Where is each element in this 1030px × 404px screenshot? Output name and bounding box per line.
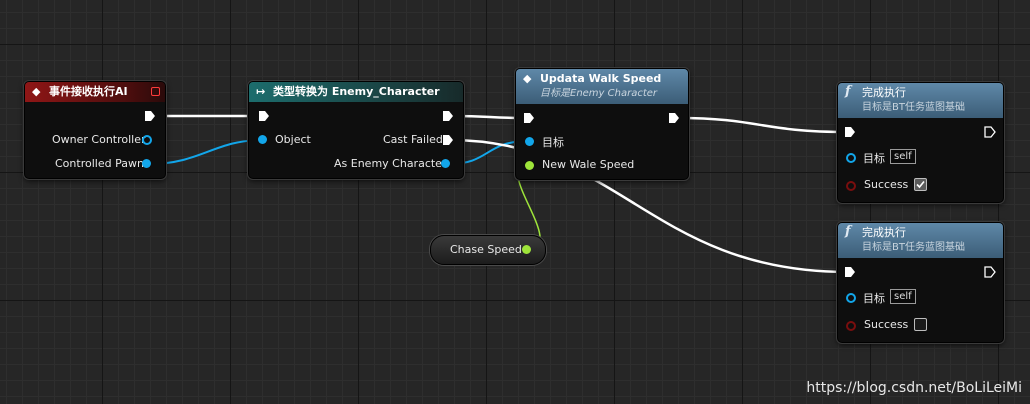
finish-2-success-label: Success (864, 318, 909, 331)
owner-controller-pin[interactable] (142, 135, 152, 145)
update-target-pin[interactable] (525, 137, 534, 146)
finish-1-success-checkbox[interactable] (914, 178, 927, 191)
finish-node-1-title: 完成执行 (862, 86, 906, 99)
cast-object-pin[interactable] (258, 135, 267, 144)
finish-2-success-pin[interactable] (846, 321, 856, 331)
owner-controller-label: Owner Controller (52, 133, 146, 146)
finish-node-1-subtitle: 目标是BT任务蓝图基础 (862, 102, 965, 113)
chase-speed-variable-node[interactable]: Chase Speed (430, 235, 546, 265)
function-f-icon: f (845, 84, 851, 99)
chase-speed-label: Chase Speed (450, 243, 522, 256)
cast-failed-label: Cast Failed (383, 133, 443, 146)
function-diamond-icon: ◆ (523, 72, 532, 85)
update-target-label: 目标 (542, 136, 564, 149)
finish-1-success-pin[interactable] (846, 181, 856, 191)
event-node-header[interactable]: ◆ 事件接收执行AI (25, 82, 165, 102)
event-delegate-icon[interactable] (151, 87, 160, 96)
cast-node-title: 类型转换为 Enemy_Character (273, 85, 440, 98)
finish-1-self-tag[interactable]: self (890, 149, 916, 164)
finish-2-target-pin[interactable] (846, 293, 856, 303)
function-f-icon: f (845, 224, 851, 239)
as-enemy-character-label: As Enemy Character (334, 157, 447, 170)
update-node-subtitle: 目标是Enemy Character (540, 88, 658, 99)
finish-1-target-pin[interactable] (846, 153, 856, 163)
controlled-pawn-label: Controlled Pawn (55, 157, 144, 170)
update-node-title: Updata Walk Speed (540, 72, 662, 85)
finish-2-success-checkbox[interactable] (914, 318, 927, 331)
update-node-header[interactable]: ◆ Updata Walk Speed 目标是Enemy Character (516, 69, 688, 104)
finish-2-self-tag[interactable]: self (890, 289, 916, 304)
cast-object-label: Object (275, 133, 311, 146)
controlled-pawn-pin[interactable] (142, 159, 151, 168)
chase-speed-out-pin[interactable] (522, 245, 531, 254)
finish-node-2-title: 完成执行 (862, 226, 906, 239)
finish-node-2-subtitle: 目标是BT任务蓝图基础 (862, 242, 965, 253)
event-diamond-icon: ◆ (32, 85, 41, 98)
watermark: https://blog.csdn.net/BoLiLeiMi (806, 380, 1022, 396)
cast-node-header[interactable]: ↦ 类型转换为 Enemy_Character (249, 82, 463, 102)
finish-node-2-header[interactable]: f 完成执行 目标是BT任务蓝图基础 (838, 223, 1003, 258)
finish-node-1-header[interactable]: f 完成执行 目标是BT任务蓝图基础 (838, 83, 1003, 118)
finish-2-target-label: 目标 (863, 292, 885, 305)
event-node-title: 事件接收执行AI (49, 85, 128, 98)
new-wale-speed-label: New Wale Speed (542, 158, 635, 171)
new-wale-speed-pin[interactable] (525, 161, 534, 170)
cast-arrow-icon: ↦ (256, 85, 266, 98)
finish-1-target-label: 目标 (863, 152, 885, 165)
as-enemy-character-pin[interactable] (441, 159, 450, 168)
finish-1-success-label: Success (864, 178, 909, 191)
